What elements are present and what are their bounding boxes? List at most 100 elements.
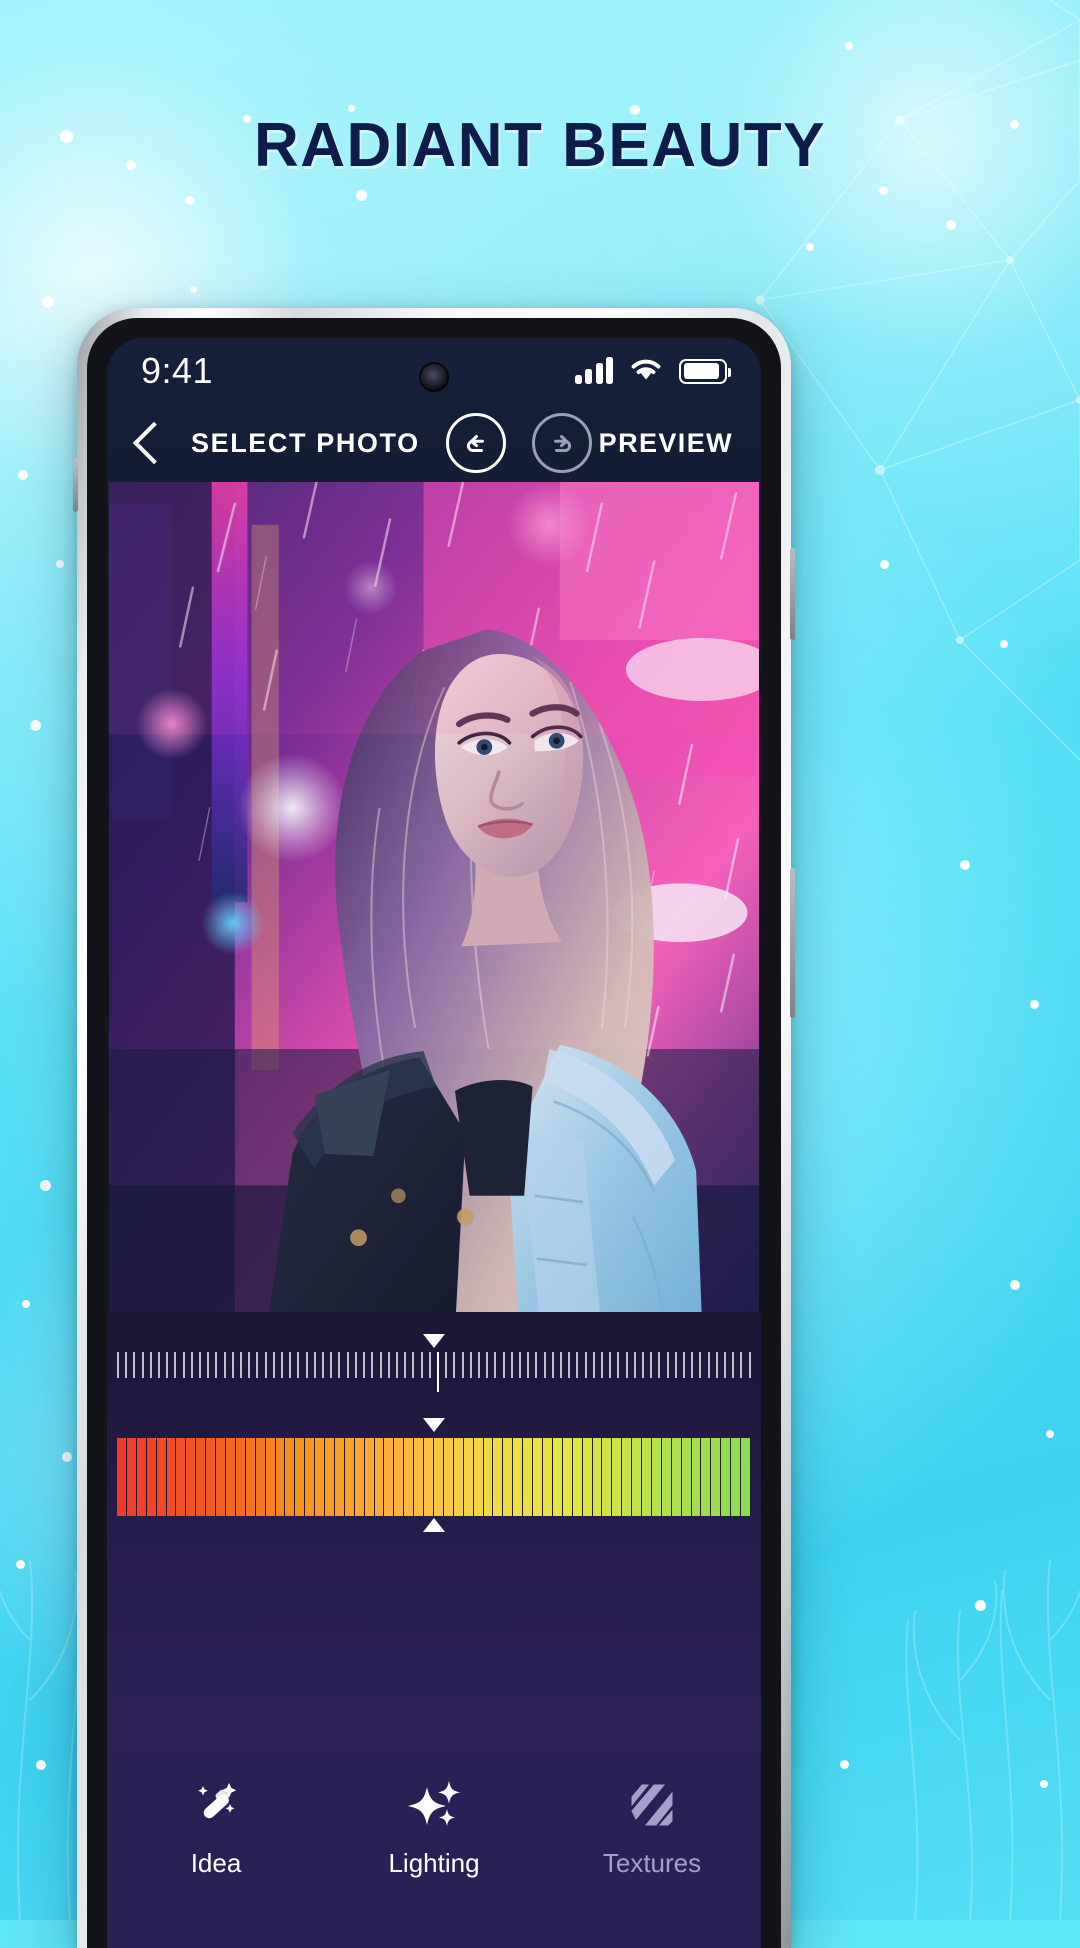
ruler-tick xyxy=(592,1352,595,1378)
gradient-stripe xyxy=(245,1438,256,1516)
gradient-stripe xyxy=(661,1438,672,1516)
gradient-stripe xyxy=(384,1438,395,1516)
ruler-tick xyxy=(518,1352,521,1378)
phone-screen: 9:41 SELECT PHOTO PREVIEW Idea Lighting … xyxy=(107,338,761,1948)
ruler-tick xyxy=(141,1352,144,1378)
preview-button[interactable]: PREVIEW xyxy=(599,428,733,459)
ruler-tick xyxy=(346,1352,349,1378)
undo-button[interactable] xyxy=(445,413,506,473)
gradient-knob-top[interactable] xyxy=(423,1418,445,1432)
ruler-tick xyxy=(691,1352,694,1378)
ruler-tick xyxy=(666,1352,669,1378)
signal-bars-icon xyxy=(574,357,613,384)
gradient-stripe xyxy=(255,1438,266,1516)
ruler-tick xyxy=(420,1352,423,1378)
gradient-stripe xyxy=(443,1438,454,1516)
ruler-tick xyxy=(584,1352,587,1378)
gradient-stripe xyxy=(701,1438,712,1516)
ruler-tick xyxy=(379,1352,382,1378)
status-clock: 9:41 xyxy=(141,350,214,391)
ruler-tick xyxy=(461,1352,464,1378)
gradient-stripe xyxy=(295,1438,306,1516)
ruler-tick xyxy=(387,1352,390,1378)
ruler-tick xyxy=(354,1352,357,1378)
tab-idea[interactable]: Idea xyxy=(107,1776,325,1879)
ruler-tick xyxy=(609,1352,612,1378)
ruler-knob-top[interactable] xyxy=(423,1334,445,1348)
gradient-stripe xyxy=(622,1438,633,1516)
ruler-tick xyxy=(166,1352,169,1378)
gradient-stripe xyxy=(582,1438,593,1516)
tab-label: Idea xyxy=(190,1848,242,1878)
gradient-stripe xyxy=(156,1438,167,1516)
gradient-stripe xyxy=(651,1438,662,1516)
gradient-stripe xyxy=(671,1438,682,1516)
gradient-stripe xyxy=(493,1438,504,1516)
gradient-stripe xyxy=(572,1438,583,1516)
gradient-stripe xyxy=(394,1438,405,1516)
tab-textures[interactable]: Textures xyxy=(543,1776,761,1879)
ruler-tick xyxy=(395,1352,398,1378)
gradient-stripe xyxy=(235,1438,246,1516)
app-navbar: SELECT PHOTO PREVIEW xyxy=(107,404,761,482)
intensity-ruler-slider[interactable] xyxy=(107,1334,761,1406)
gradient-stripe xyxy=(632,1438,643,1516)
gradient-stripe xyxy=(741,1438,751,1516)
gradient-stripe xyxy=(424,1438,434,1516)
ruler-tick xyxy=(486,1352,489,1378)
gradient-stripe xyxy=(186,1438,197,1516)
photo-canvas-wrapper xyxy=(107,482,761,1312)
ruler-tick xyxy=(502,1352,505,1378)
gradient-stripe xyxy=(166,1438,177,1516)
phone-left-button xyxy=(73,458,78,512)
gradient-stripe xyxy=(552,1438,563,1516)
chevron-left-icon[interactable] xyxy=(132,421,176,465)
status-bar: 9:41 xyxy=(107,338,761,404)
ruler-tick xyxy=(527,1352,530,1378)
ruler-tick xyxy=(436,1352,439,1392)
photo-canvas[interactable] xyxy=(109,482,759,1312)
gradient-knob-bottom[interactable] xyxy=(423,1518,445,1532)
ruler-tick xyxy=(600,1352,603,1378)
ruler-tick xyxy=(707,1352,710,1378)
gradient-stripe xyxy=(463,1438,474,1516)
tab-lighting[interactable]: Lighting xyxy=(325,1776,543,1879)
phone-volume-button xyxy=(790,868,795,1018)
ruler-tick xyxy=(190,1352,193,1378)
undo-circle-icon xyxy=(466,435,484,452)
ruler-tick xyxy=(453,1352,456,1378)
gradient-stripe xyxy=(483,1438,494,1516)
ruler-ticks xyxy=(117,1352,751,1396)
color-gradient-slider[interactable] xyxy=(117,1438,751,1516)
gradient-stripe xyxy=(404,1438,415,1516)
ruler-tick xyxy=(223,1352,226,1378)
ruler-tick xyxy=(297,1352,300,1378)
redo-button[interactable] xyxy=(531,413,592,473)
ruler-tick xyxy=(272,1352,275,1378)
gradient-stripe xyxy=(325,1438,335,1516)
ruler-tick xyxy=(658,1352,661,1378)
ruler-tick xyxy=(543,1352,546,1378)
ruler-tick xyxy=(683,1352,686,1378)
ruler-tick xyxy=(330,1352,333,1378)
gradient-stripe xyxy=(592,1438,603,1516)
ruler-tick xyxy=(510,1352,513,1378)
ruler-tick xyxy=(158,1352,161,1378)
gradient-stripe xyxy=(503,1438,514,1516)
ruler-tick xyxy=(568,1352,571,1378)
navbar-title[interactable]: SELECT PHOTO xyxy=(191,428,420,459)
ruler-tick xyxy=(404,1352,407,1378)
ruler-tick xyxy=(371,1352,374,1378)
ruler-tick xyxy=(313,1352,316,1378)
gradient-stripe xyxy=(691,1438,702,1516)
magic-wand-icon xyxy=(188,1776,244,1834)
gradient-stripe xyxy=(206,1438,217,1516)
gradient-stripe xyxy=(542,1438,553,1516)
gradient-stripe xyxy=(126,1438,137,1516)
sparkles-icon xyxy=(406,1776,462,1834)
gradient-stripe xyxy=(513,1438,524,1516)
ruler-tick xyxy=(576,1352,579,1378)
ruler-tick xyxy=(642,1352,644,1378)
ruler-tick xyxy=(338,1352,341,1378)
front-camera-icon xyxy=(421,364,447,390)
